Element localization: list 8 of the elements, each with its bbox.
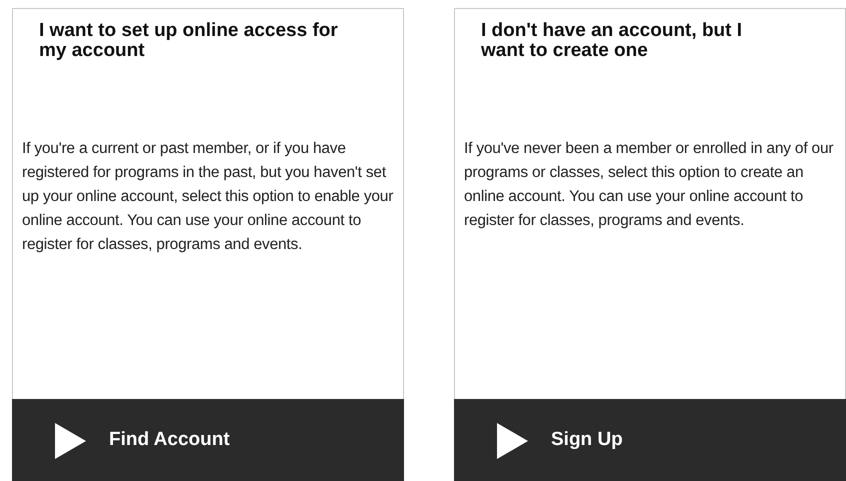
card-description: If you're a current or past member, or if you have registered for programs in the past, but you haven't set up your online account, select this option to enable your online account. You can use your online account to register for classes, programs and events. xyxy=(22,139,394,255)
play-icon xyxy=(55,422,86,458)
play-icon xyxy=(497,422,528,458)
action-button[interactable]: Sign Up xyxy=(454,399,846,481)
card-title: I want to set up online access for my account xyxy=(39,21,339,61)
card-title: I don't have an account, but I want to create one xyxy=(481,21,744,61)
card-description: If you've never been a member or enrolled in any of our programs or classes, select this option to create an online account. You can use your online account to register for classes, programs and events. xyxy=(464,139,834,231)
action-button[interactable]: Find Account xyxy=(12,399,404,481)
